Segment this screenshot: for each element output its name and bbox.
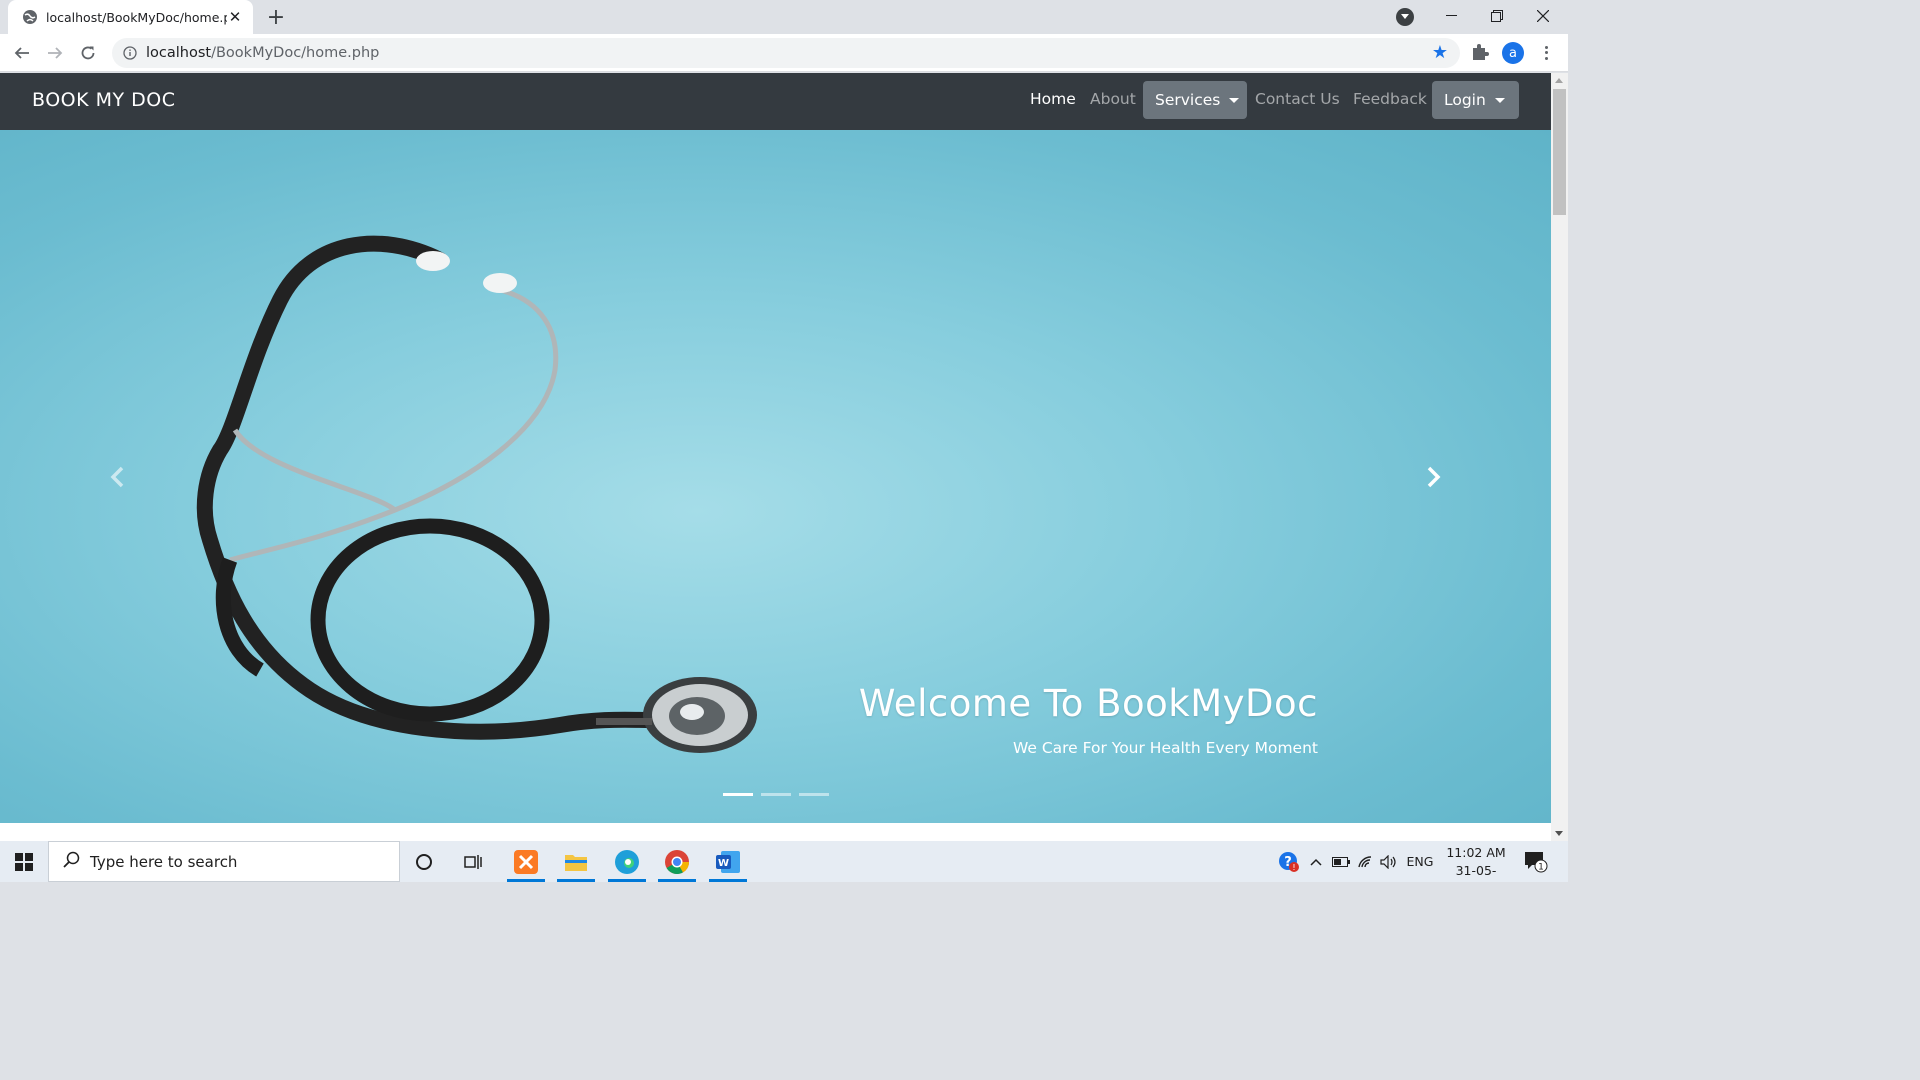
windows-start-icon[interactable]	[0, 841, 48, 882]
site-brand[interactable]: BOOK MY DOC	[32, 89, 176, 111]
nav-contact[interactable]: Contact Us	[1255, 90, 1340, 108]
scroll-up-icon[interactable]	[1555, 78, 1563, 83]
profile-avatar[interactable]: a	[1502, 42, 1524, 64]
file-explorer-icon[interactable]	[552, 841, 600, 882]
cortana-icon[interactable]	[400, 841, 448, 882]
site-navbar: BOOK MY DOC Home About Services Contact …	[0, 73, 1551, 130]
carousel-indicators	[723, 793, 829, 796]
chevron-up-icon[interactable]	[1306, 841, 1326, 882]
scroll-thumb[interactable]	[1553, 89, 1566, 215]
back-arrow-icon[interactable]	[10, 41, 34, 65]
caret-down-icon	[1494, 97, 1505, 103]
volume-icon[interactable]	[1378, 841, 1400, 882]
browser-tab-strip: localhost/BookMyDoc/home.php ✕ +	[0, 0, 1568, 34]
close-tab-icon[interactable]: ✕	[227, 8, 243, 26]
new-tab-button[interactable]: +	[264, 5, 288, 30]
hero-carousel: Welcome To BookMyDoc We Care For Your He…	[0, 130, 1551, 823]
url-host: localhost	[146, 45, 212, 61]
browser-menu-icon[interactable]	[1540, 42, 1552, 64]
carousel-subtitle: We Care For Your Health Every Moment	[1012, 739, 1318, 757]
battery-icon[interactable]	[1330, 841, 1352, 882]
nav-services-label: Services	[1155, 91, 1221, 109]
chrome-browser-icon[interactable]	[653, 841, 701, 882]
nav-login-label: Login	[1444, 91, 1486, 109]
nav-home[interactable]: Home	[1030, 90, 1076, 108]
carousel-title: Welcome To BookMyDoc	[858, 682, 1318, 725]
carousel-indicator-1[interactable]	[723, 793, 753, 796]
svg-text:!: !	[1292, 863, 1295, 872]
xampp-icon[interactable]	[502, 841, 550, 882]
close-window-icon[interactable]	[1520, 0, 1566, 32]
bookmark-star-icon[interactable]: ★	[1432, 44, 1448, 62]
extensions-puzzle-icon[interactable]	[1470, 42, 1490, 62]
task-view-icon[interactable]	[450, 841, 498, 882]
restore-icon[interactable]	[1474, 0, 1520, 32]
notification-count: 1	[1538, 862, 1544, 872]
action-center-icon[interactable]: 1	[1522, 841, 1550, 882]
search-icon	[63, 851, 80, 872]
carousel-prev-icon[interactable]	[105, 463, 129, 491]
carousel-indicator-3[interactable]	[799, 793, 829, 796]
word-icon[interactable]: W	[704, 841, 752, 882]
help-notification-icon[interactable]: ?!	[1276, 841, 1302, 882]
search-placeholder: Type here to search	[90, 852, 238, 871]
carousel-next-icon[interactable]	[1422, 463, 1446, 491]
address-bar[interactable]: localhost/BookMyDoc/home.php ★	[112, 38, 1460, 68]
site-info-icon[interactable]	[122, 45, 138, 61]
screen: localhost/BookMyDoc/home.php ✕ +	[0, 0, 1568, 882]
taskbar-clock[interactable]: 11:02 AM 31-05-2021	[1440, 844, 1512, 882]
clock-time: 11:02 AM	[1446, 845, 1506, 860]
tab-title: localhost/BookMyDoc/home.php	[46, 9, 227, 25]
browser-tab[interactable]: localhost/BookMyDoc/home.php ✕	[8, 0, 253, 34]
globe-icon	[22, 9, 38, 25]
stethoscope-image	[196, 235, 757, 753]
page-scrollbar[interactable]	[1551, 73, 1568, 841]
forward-arrow-icon[interactable]	[43, 41, 67, 65]
language-indicator[interactable]: ENG	[1404, 841, 1436, 882]
minimize-icon[interactable]	[1428, 0, 1474, 32]
scroll-down-icon[interactable]	[1555, 831, 1563, 836]
page-viewport: BOOK MY DOC Home About Services Contact …	[0, 73, 1568, 841]
nav-feedback[interactable]: Feedback	[1353, 90, 1427, 108]
nav-services-dropdown[interactable]: Services	[1143, 81, 1247, 119]
svg-text:W: W	[718, 858, 729, 869]
browser-toolbar: localhost/BookMyDoc/home.php ★	[0, 34, 1568, 72]
edge-browser-icon[interactable]	[603, 841, 651, 882]
windows-taskbar: Type here to search W ?! ENG 11:02 AM 31…	[0, 841, 1568, 882]
wifi-icon[interactable]	[1355, 841, 1377, 882]
taskbar-search-box[interactable]: Type here to search	[48, 841, 400, 882]
carousel-indicator-2[interactable]	[761, 793, 791, 796]
tab-search-icon[interactable]	[1396, 8, 1414, 26]
url-path: /BookMyDoc/home.php	[211, 45, 380, 61]
reload-icon[interactable]	[76, 41, 100, 65]
caret-down-icon	[1229, 97, 1240, 103]
clock-date: 31-05-2021	[1455, 863, 1497, 882]
nav-about[interactable]: About	[1090, 90, 1136, 108]
carousel-caption: Welcome To BookMyDoc We Care For Your He…	[859, 682, 1318, 757]
nav-login-dropdown[interactable]: Login	[1432, 81, 1519, 119]
